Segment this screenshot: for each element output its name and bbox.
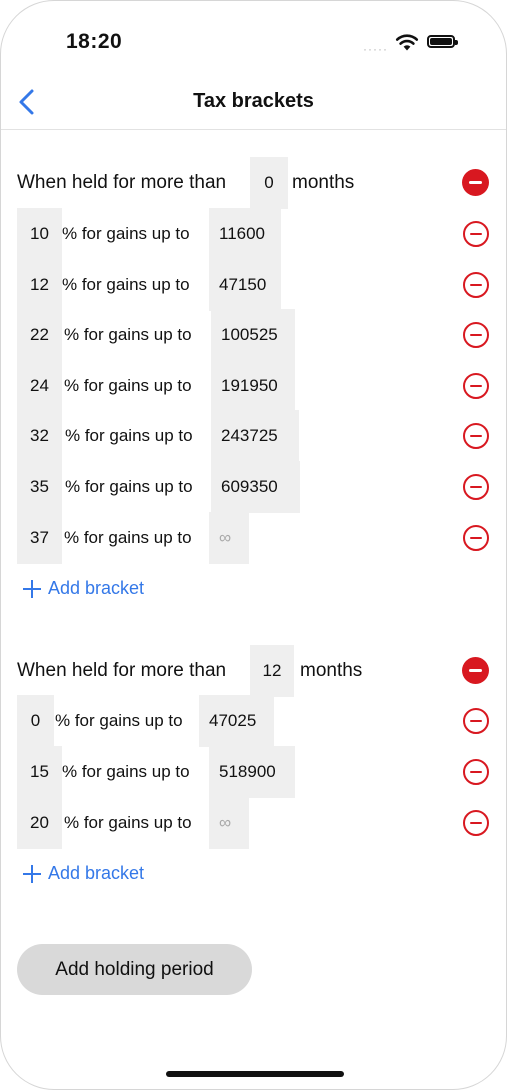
rate-input[interactable]: 24 <box>17 360 62 412</box>
remove-bracket-icon[interactable] <box>463 322 489 348</box>
gains-label: % for gains up to <box>62 224 190 243</box>
upto-input[interactable]: 47150 <box>209 259 281 311</box>
bracket-row: 35 % for gains up to 609350 <box>17 461 506 513</box>
page-title: Tax brackets <box>193 90 314 112</box>
bracket-row: 20 % for gains up to ∞ <box>17 797 506 849</box>
upto-input[interactable]: ∞ <box>209 797 249 849</box>
gains-label: % for gains up to <box>64 813 192 832</box>
gains-label: % for gains up to <box>55 711 183 730</box>
remove-bracket-icon[interactable] <box>463 423 489 449</box>
remove-period-icon[interactable] <box>462 169 489 196</box>
rate-input[interactable]: 22 <box>17 309 62 361</box>
home-indicator[interactable] <box>166 1071 344 1077</box>
phone-screen: 18:20 ····· Tax brackets When held for m… <box>0 0 507 1090</box>
rate-input[interactable]: 10 <box>17 208 62 260</box>
period-prefix-label: When held for more than <box>17 172 227 193</box>
holding-period-header: When held for more than 0 months <box>17 157 506 209</box>
bracket-row: 15 % for gains up to 518900 <box>17 746 506 798</box>
remove-bracket-icon[interactable] <box>463 525 489 551</box>
add-holding-period-button[interactable]: Add holding period <box>17 944 252 995</box>
upto-input[interactable]: 47025 <box>199 695 274 747</box>
bracket-row: 32 % for gains up to 243725 <box>17 410 506 462</box>
bracket-row: 0 % for gains up to 47025 <box>17 695 506 747</box>
remove-bracket-icon[interactable] <box>463 373 489 399</box>
period-prefix-label: When held for more than <box>17 660 227 681</box>
rate-input[interactable]: 37 <box>17 512 62 564</box>
remove-period-icon[interactable] <box>462 657 489 684</box>
upto-input[interactable]: 191950 <box>211 360 295 412</box>
rate-input[interactable]: 20 <box>17 797 62 849</box>
rate-input[interactable]: 35 <box>17 461 62 513</box>
gains-label: % for gains up to <box>65 477 193 496</box>
battery-icon <box>427 35 458 48</box>
gains-label: % for gains up to <box>62 275 190 294</box>
bracket-row: 37 % for gains up to ∞ <box>17 512 506 564</box>
remove-bracket-icon[interactable] <box>463 759 489 785</box>
add-bracket-label: Add bracket <box>48 863 145 883</box>
gains-label: % for gains up to <box>62 762 190 781</box>
upto-input[interactable]: 100525 <box>211 309 295 361</box>
gains-label: % for gains up to <box>64 528 192 547</box>
rate-input[interactable]: 12 <box>17 259 62 311</box>
remove-bracket-icon[interactable] <box>463 708 489 734</box>
gains-label: % for gains up to <box>64 325 192 344</box>
gains-label: % for gains up to <box>65 426 193 445</box>
gains-label: % for gains up to <box>64 376 192 395</box>
months-label: months <box>300 660 363 681</box>
status-bar: 18:20 ····· <box>1 1 506 71</box>
remove-bracket-icon[interactable] <box>463 474 489 500</box>
rate-input[interactable]: 32 <box>17 410 62 462</box>
remove-bracket-icon[interactable] <box>463 810 489 836</box>
months-label: months <box>292 172 355 193</box>
add-bracket-label: Add bracket <box>48 578 145 598</box>
upto-input[interactable]: 11600 <box>209 208 281 260</box>
months-input[interactable]: 12 <box>250 645 294 697</box>
upto-input[interactable]: 609350 <box>211 461 300 513</box>
bracket-row: 12 % for gains up to 47150 <box>17 259 506 311</box>
months-input[interactable]: 0 <box>250 157 288 209</box>
upto-input[interactable]: 518900 <box>209 746 295 798</box>
bracket-row: 22 % for gains up to 100525 <box>17 309 506 361</box>
upto-input[interactable]: ∞ <box>209 512 249 564</box>
rate-input[interactable]: 15 <box>17 746 62 798</box>
signal-icon: ····· <box>363 42 388 56</box>
holding-period-header: When held for more than 12 months <box>17 645 506 697</box>
upto-input[interactable]: 243725 <box>211 410 299 462</box>
plus-icon <box>23 865 41 883</box>
remove-bracket-icon[interactable] <box>463 221 489 247</box>
bracket-row: 24 % for gains up to 191950 <box>17 360 506 412</box>
status-time: 18:20 <box>66 30 123 53</box>
bracket-row: 10 % for gains up to 11600 <box>17 208 506 260</box>
navigation-bar: Tax brackets <box>1 75 506 130</box>
plus-icon <box>23 580 41 598</box>
rate-input[interactable]: 0 <box>17 695 54 747</box>
remove-bracket-icon[interactable] <box>463 272 489 298</box>
wifi-icon <box>395 34 419 51</box>
